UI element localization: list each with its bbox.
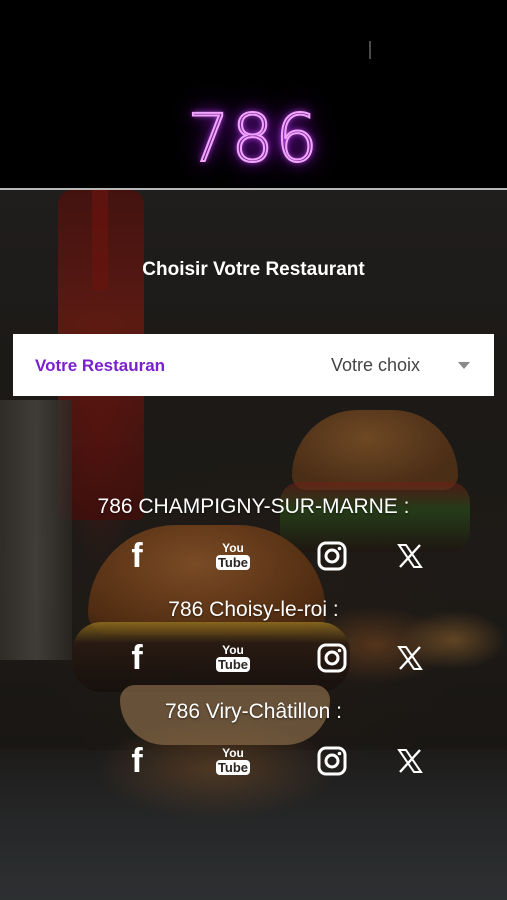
- dropdown-arrow-icon: [458, 362, 470, 369]
- status-mark: [369, 41, 371, 59]
- choose-restaurant-title: Choisir Votre Restaurant: [142, 259, 365, 280]
- facebook-icon[interactable]: f: [124, 639, 150, 677]
- social-row-viry: f You Tube: [0, 742, 507, 783]
- restaurant-select-label: Votre Restauran: [35, 356, 166, 375]
- youtube-icon[interactable]: You Tube: [215, 538, 251, 574]
- youtube-icon[interactable]: You Tube: [215, 640, 251, 676]
- instagram-icon[interactable]: [316, 743, 348, 779]
- instagram-icon[interactable]: [316, 640, 348, 676]
- social-row-champigny: f You Tube: [0, 537, 507, 578]
- x-icon[interactable]: [396, 743, 424, 779]
- location-title-champigny: 786 CHAMPIGNY-SUR-MARNE :: [97, 495, 410, 518]
- location-title-viry: 786 Viry-Châtillon :: [164, 700, 343, 723]
- instagram-icon[interactable]: [316, 538, 348, 574]
- facebook-icon[interactable]: f: [124, 537, 150, 575]
- social-row-choisy: f You Tube: [0, 639, 507, 680]
- location-title-choisy: 786 Choisy-le-roi :: [168, 598, 339, 621]
- youtube-icon[interactable]: You Tube: [215, 743, 251, 779]
- restaurant-select[interactable]: Votre Restauran Votre choix: [13, 334, 494, 396]
- x-icon[interactable]: [396, 640, 424, 676]
- brand-logo: 786: [187, 99, 320, 178]
- restaurant-select-value: Votre choix: [331, 355, 421, 375]
- facebook-icon[interactable]: f: [124, 742, 150, 780]
- app-header: 786: [0, 0, 507, 188]
- x-icon[interactable]: [396, 538, 424, 574]
